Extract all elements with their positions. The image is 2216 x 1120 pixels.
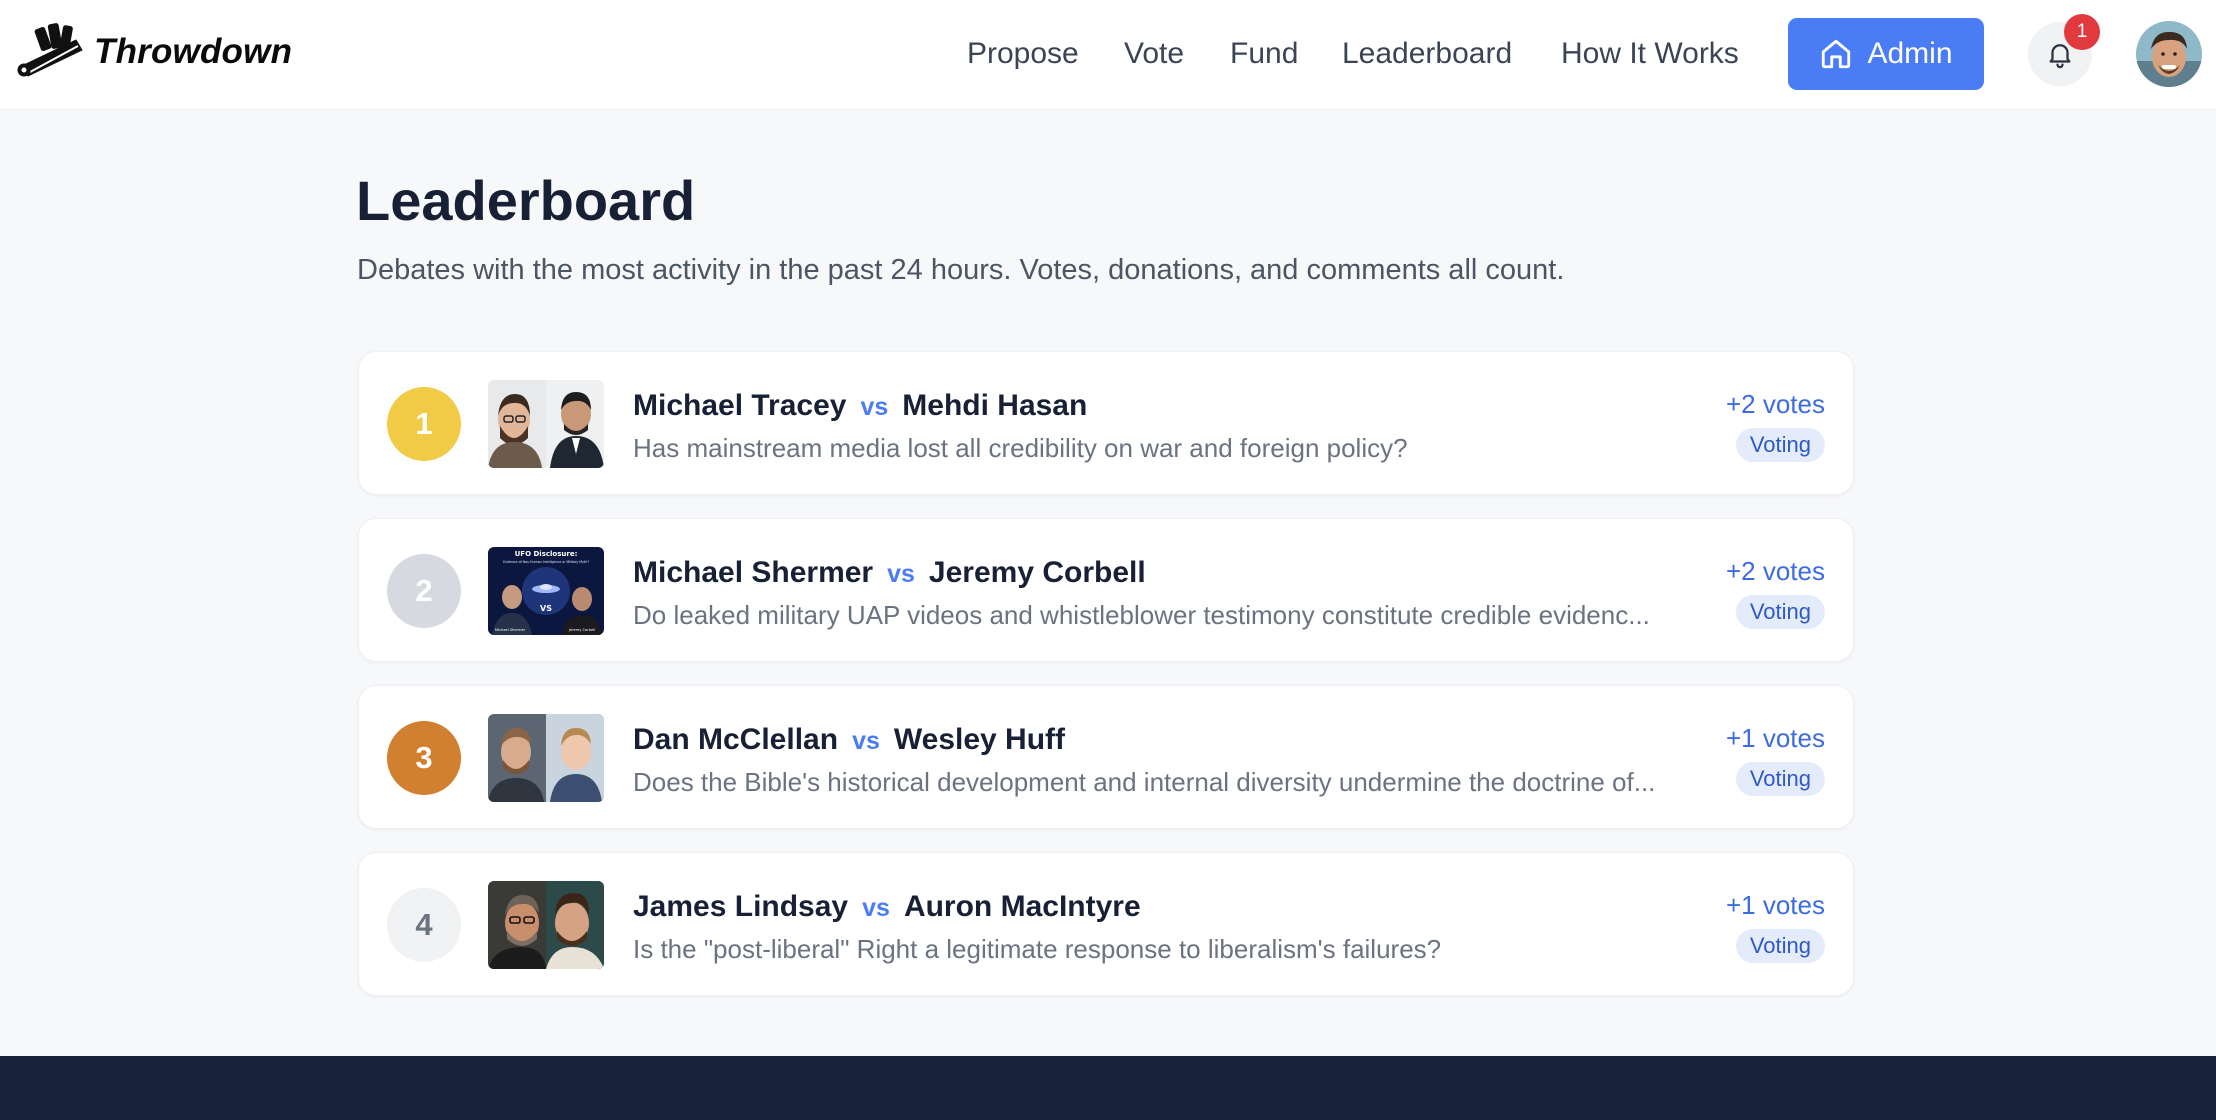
thumb-right-name: Jeremy Corbell	[568, 628, 595, 632]
debate-thumbnail	[488, 881, 604, 969]
rank-badge: 4	[387, 888, 461, 962]
rank-badge: 3	[387, 721, 461, 795]
vote-delta: +2 votes	[1725, 389, 1825, 419]
debater-b-name: Mehdi Hasan	[902, 389, 1088, 422]
debater-a-name: Michael Tracey	[633, 389, 847, 422]
vs-label: vs	[860, 393, 889, 421]
vote-delta: +1 votes	[1725, 723, 1825, 753]
admin-button[interactable]: Admin	[1788, 18, 1984, 90]
debater-b-name: Wesley Huff	[893, 723, 1066, 756]
vote-delta: +1 votes	[1725, 890, 1825, 920]
leaderboard-card[interactable]: 3 Dan McClellan vs Wesley Huff Does the Bi…	[358, 685, 1854, 829]
rank-badge: 1	[387, 387, 461, 461]
debate-question: Has mainstream media lost all credibilit…	[633, 433, 1408, 463]
brand-name: Throwdown	[94, 32, 293, 71]
debater-a-name: James Lindsay	[633, 890, 849, 923]
home-icon	[1822, 39, 1851, 69]
thumb-title: UFO Disclosure:	[515, 550, 578, 558]
top-navbar: Throwdown Propose Vote Fund Leaderboard …	[0, 0, 2216, 110]
admin-button-label: Admin	[1867, 37, 1953, 70]
leaderboard-card[interactable]: 1 Michael Tracey vs Mehdi Hasan Has mainst…	[358, 351, 1854, 495]
user-avatar-image	[2136, 21, 2202, 87]
debater-a-name: Dan McClellan	[633, 723, 839, 756]
vs-label: vs	[862, 894, 890, 922]
debate-question: Is the "post-liberal" Right a legitimate…	[633, 934, 1442, 964]
nav-propose[interactable]: Propose	[967, 32, 1079, 76]
status-badge: Voting	[1735, 929, 1825, 963]
debater-b-name: Auron MacIntyre	[903, 890, 1141, 923]
debate-matchup: James Lindsay vs Auron MacIntyre	[633, 887, 1141, 927]
leaderboard-card[interactable]: 2 UFO Disclosure: Evidence of Non-Human …	[358, 518, 1854, 662]
page-title: Leaderboard	[356, 169, 696, 232]
nav-how-it-works[interactable]: How It Works	[1561, 32, 1739, 76]
rank-badge: 2	[387, 554, 461, 628]
status-badge: Voting	[1735, 762, 1825, 796]
debate-thumbnail	[488, 714, 604, 802]
debater-a-name: Michael Shermer	[633, 556, 874, 589]
debate-question: Do leaked military UAP videos and whistl…	[633, 600, 1650, 630]
page-subtitle: Debates with the most activity in the pa…	[357, 254, 1565, 286]
status-badge: Voting	[1735, 595, 1825, 629]
thumb-vs: VS	[540, 604, 552, 613]
leaderboard-card[interactable]: 4 James Lindsay vs Auron MacIntyre Is the …	[358, 852, 1854, 996]
status-badge: Voting	[1735, 428, 1825, 462]
debater-b-name: Jeremy Corbell	[928, 556, 1146, 589]
debate-matchup: Dan McClellan vs Wesley Huff	[633, 720, 1065, 760]
brand-logo[interactable]: Throwdown	[16, 22, 292, 82]
thumb-left-name: Michael Shermer	[495, 628, 526, 632]
vs-label: vs	[887, 560, 915, 588]
vote-delta: +2 votes	[1725, 556, 1825, 586]
debate-question: Does the Bible's historical development …	[633, 767, 1656, 797]
debate-thumbnail	[488, 380, 604, 468]
nav-fund[interactable]: Fund	[1230, 32, 1298, 76]
debate-matchup: Michael Shermer vs Jeremy Corbell	[633, 553, 1146, 593]
nav-vote[interactable]: Vote	[1124, 32, 1184, 76]
debate-thumbnail: UFO Disclosure: Evidence of Non-Human In…	[488, 547, 604, 635]
gavel-logo-icon	[17, 23, 83, 77]
user-avatar[interactable]	[2136, 21, 2202, 87]
notification-count-badge: 1	[2064, 14, 2100, 50]
thumb-subtitle: Evidence of Non-Human Intelligence or Mi…	[503, 560, 589, 564]
debate-matchup: Michael Tracey vs Mehdi Hasan	[633, 386, 1087, 426]
page-footer	[0, 1056, 2216, 1120]
nav-leaderboard[interactable]: Leaderboard	[1342, 32, 1512, 76]
vs-label: vs	[852, 727, 880, 755]
